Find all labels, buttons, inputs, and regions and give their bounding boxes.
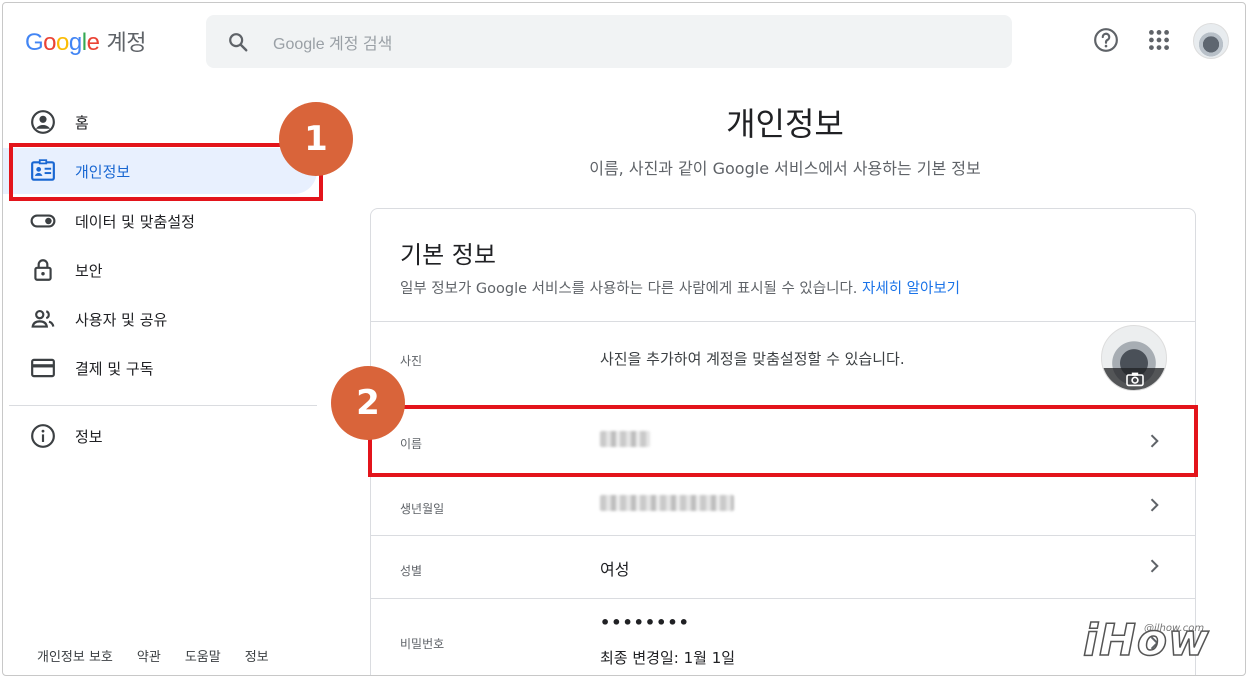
logo-letter: g	[68, 29, 82, 56]
people-icon	[31, 310, 55, 328]
sidebar-item-payments[interactable]: 결제 및 구독	[3, 345, 317, 391]
row-value: 여성	[600, 560, 630, 579]
password-dots: ••••••••	[600, 613, 690, 632]
logo-letter: G	[25, 29, 44, 56]
sidebar-item-data-personalization[interactable]: 데이터 및 맞춤설정	[3, 198, 317, 244]
sidebar-item-label: 데이터 및 맞춤설정	[75, 212, 195, 231]
sidebar-item-people-sharing[interactable]: 사용자 및 공유	[3, 296, 317, 342]
page-title: 개인정보	[726, 105, 844, 143]
search-bar[interactable]: Google 계정 검색	[206, 15, 1012, 68]
account-circle-icon	[31, 110, 55, 134]
row-label: 비밀번호	[400, 637, 445, 651]
learn-more-link[interactable]: 자세히 알아보기	[862, 281, 960, 297]
top-bar: Google 계정 Google 계정 검색	[3, 3, 1245, 81]
row-photo[interactable]: 사진 사진을 추가하여 계정을 맞춤설정할 수 있습니다.	[371, 321, 1195, 405]
sidebar-item-label: 보안	[75, 261, 103, 280]
google-account-logo[interactable]: Google 계정	[25, 25, 146, 57]
footer-links: 개인정보 보호 약관 도움말 정보	[37, 646, 269, 665]
card-title: 기본 정보	[400, 241, 496, 269]
row-gender[interactable]: 성별 여성	[371, 535, 1195, 599]
card-description: 일부 정보가 Google 서비스를 사용하는 다른 사람에게 표시될 수 있습…	[400, 277, 960, 298]
row-value: 사진을 추가하여 계정을 맞춤설정할 수 있습니다.	[600, 350, 905, 368]
chevron-right-icon	[1150, 559, 1159, 573]
toggle-icon	[30, 214, 56, 228]
row-label: 사진	[400, 354, 423, 368]
lock-icon	[34, 259, 52, 281]
password-last-changed: 최종 변경일: 1월 1일	[600, 649, 736, 667]
sidebar-item-security[interactable]: 보안	[3, 247, 317, 293]
footer-link-terms[interactable]: 약관	[137, 646, 161, 665]
chevron-right-icon	[1150, 498, 1159, 512]
birthday-value-redacted	[600, 495, 734, 515]
row-password[interactable]: 비밀번호 •••••••• 최종 변경일: 1월 1일	[371, 598, 1195, 675]
step-badge-2: 2	[331, 366, 405, 440]
logo-letter: e	[86, 29, 100, 56]
credit-card-icon	[31, 358, 55, 378]
row-label: 생년월일	[400, 502, 445, 516]
highlight-box-personal-info	[9, 143, 323, 201]
search-icon[interactable]	[227, 31, 249, 53]
sidebar-divider	[9, 405, 317, 406]
card-desc-text: 일부 정보가 Google 서비스를 사용하는 다른 사람에게 표시될 수 있습…	[400, 281, 863, 297]
app-frame: Google 계정 Google 계정 검색 홈 개인정보 데이터 및 맞춤설정	[2, 2, 1246, 676]
sidebar-item-home[interactable]: 홈	[3, 99, 317, 145]
product-name: 계정	[106, 31, 146, 56]
camera-icon	[1102, 368, 1166, 390]
row-label: 성별	[400, 564, 423, 578]
account-avatar[interactable]	[1193, 23, 1229, 59]
sidebar-item-label: 홈	[75, 113, 89, 132]
footer-link-about[interactable]: 정보	[245, 646, 269, 665]
row-birthday[interactable]: 생년월일	[371, 473, 1195, 535]
info-icon	[31, 424, 55, 448]
apps-grid-icon[interactable]	[1146, 27, 1172, 53]
sidebar-item-label: 사용자 및 공유	[75, 310, 168, 329]
logo-letter: o	[56, 29, 69, 56]
sidebar-item-label: 정보	[75, 427, 103, 446]
search-input[interactable]: Google 계정 검색	[273, 30, 392, 54]
footer-link-privacy[interactable]: 개인정보 보호	[37, 646, 113, 665]
help-icon[interactable]	[1093, 27, 1119, 53]
step-badge-1: 1	[279, 102, 353, 176]
sidebar-item-about[interactable]: 정보	[3, 413, 317, 459]
highlight-box-name-row	[368, 405, 1198, 477]
logo-letter: o	[43, 29, 57, 56]
footer-link-help[interactable]: 도움말	[185, 646, 221, 665]
sidebar-item-label: 결제 및 구독	[75, 359, 154, 378]
watermark-logo: iHow	[1082, 614, 1210, 667]
page-subtitle: 이름, 사진과 같이 Google 서비스에서 사용하는 기본 정보	[589, 159, 981, 178]
profile-photo[interactable]	[1101, 325, 1167, 391]
